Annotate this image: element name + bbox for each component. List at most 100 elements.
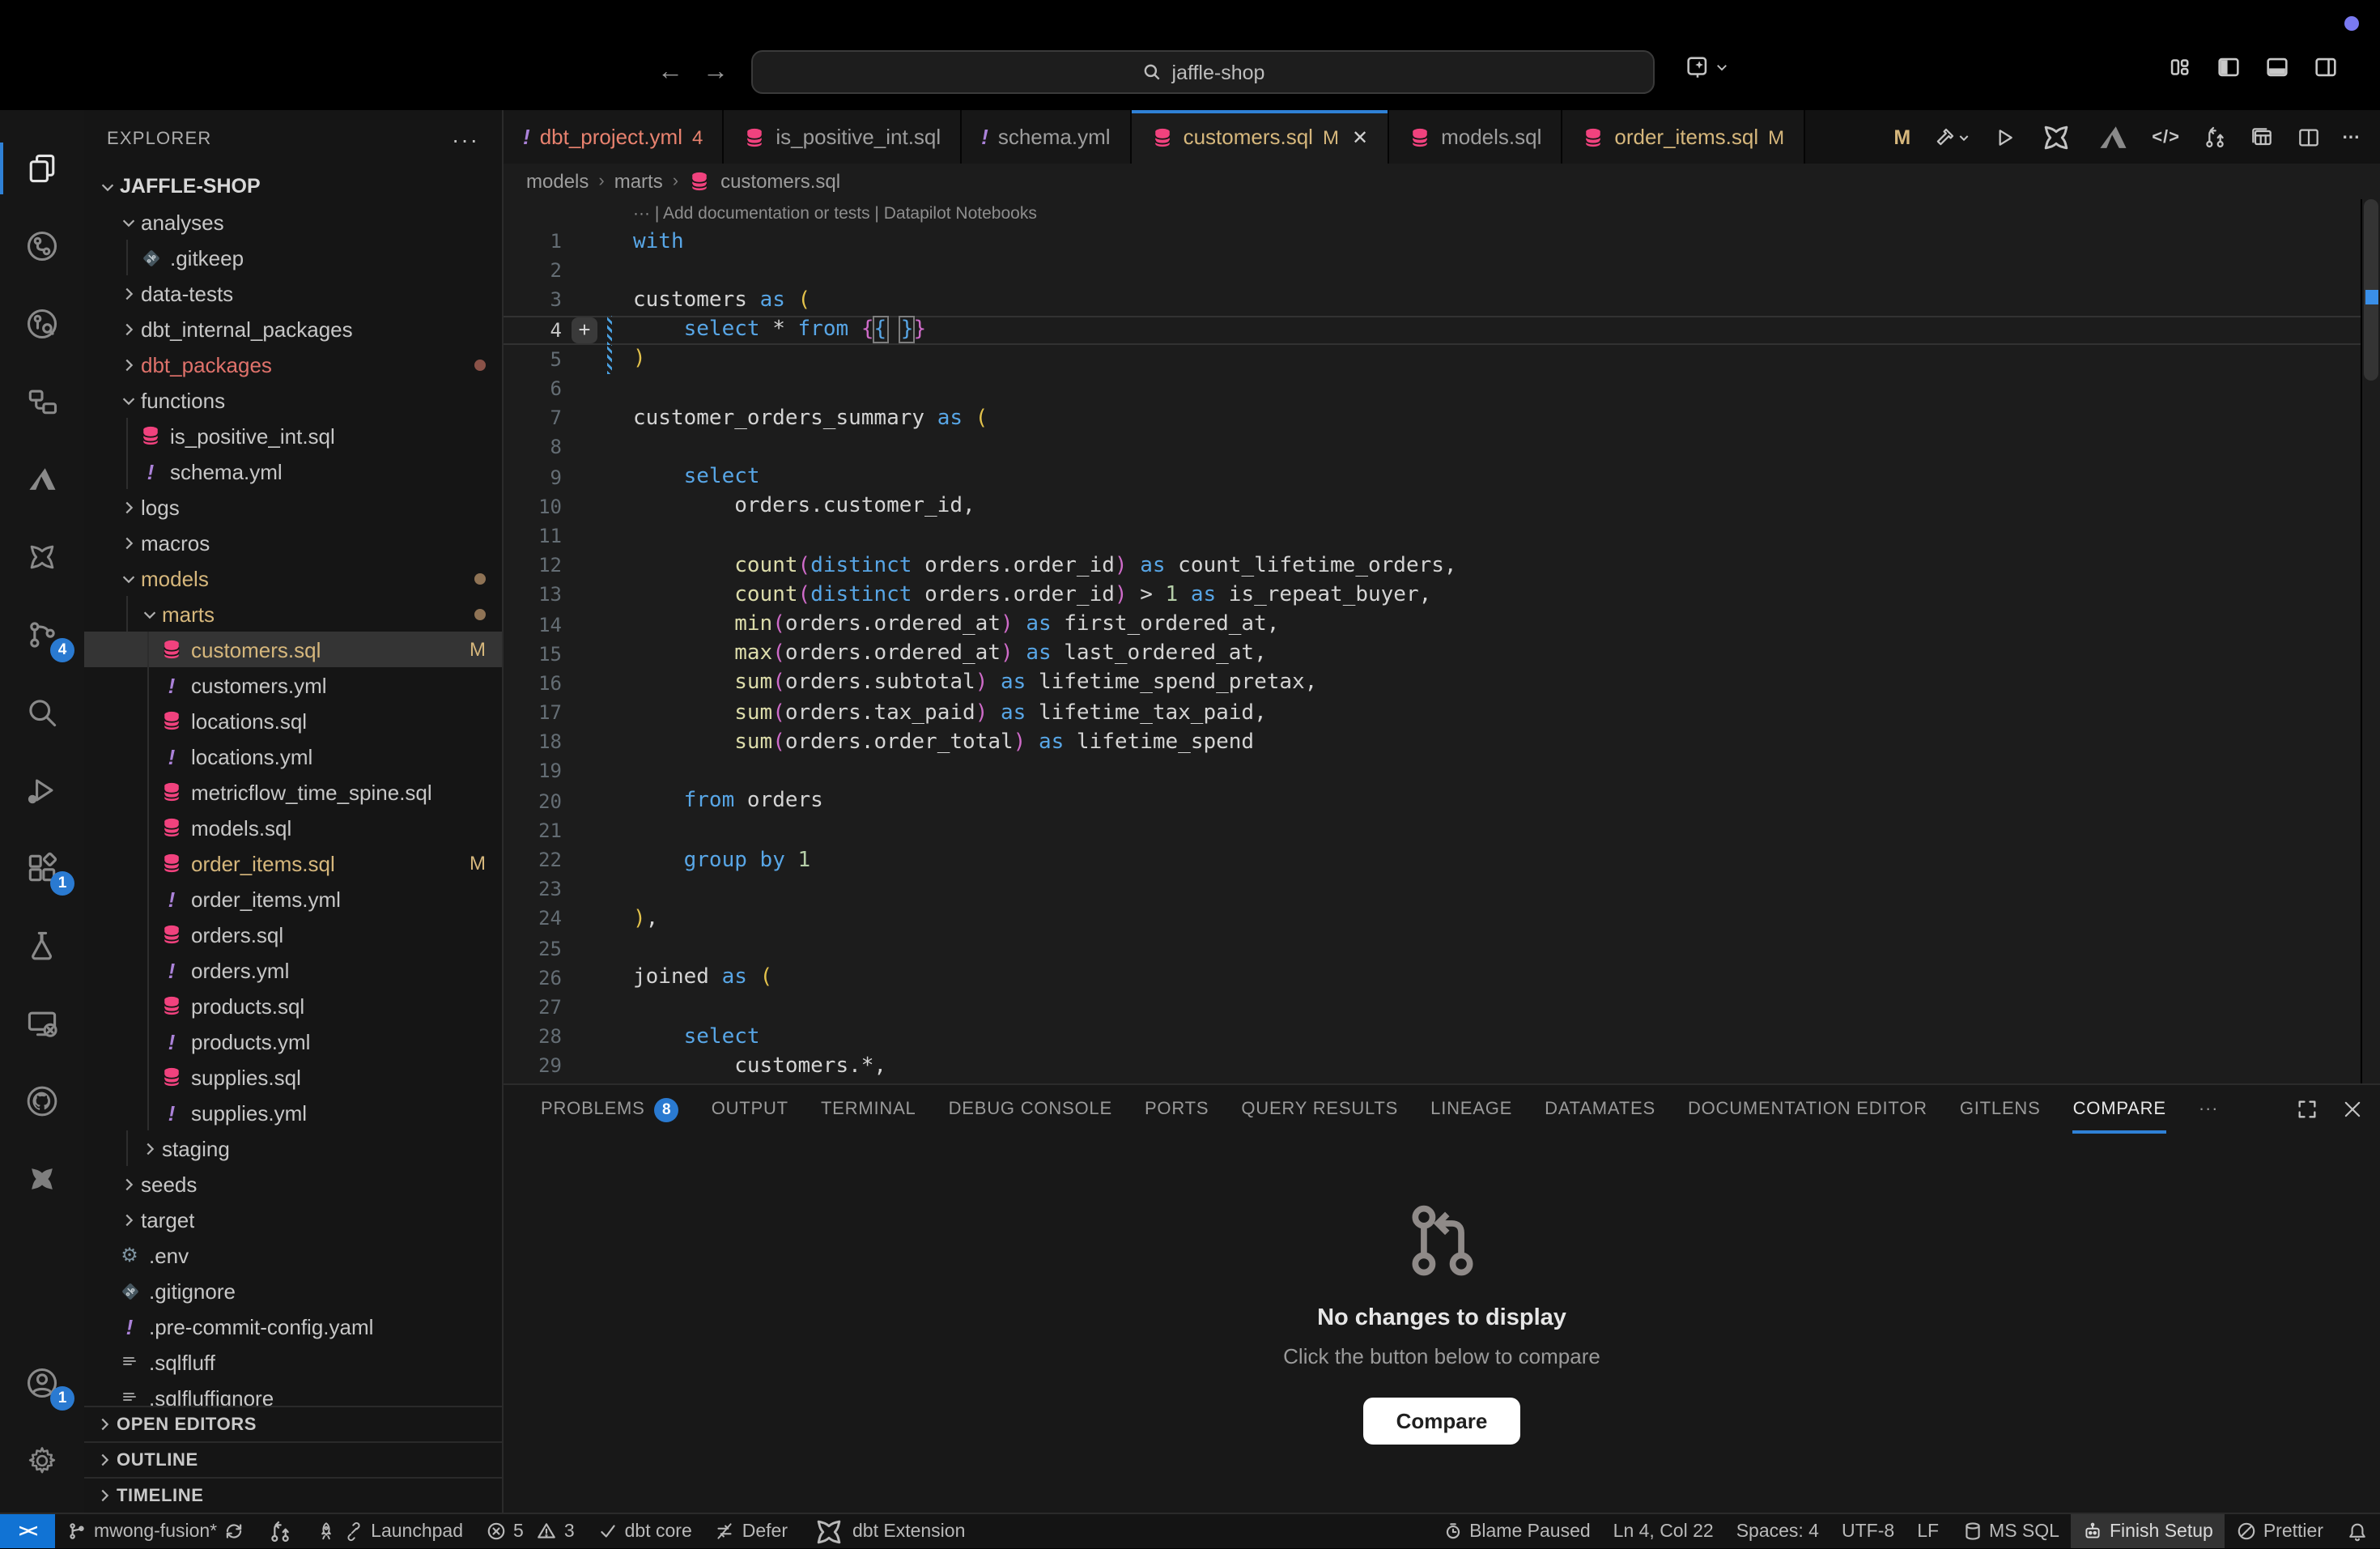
activitybar-settings[interactable] (0, 1422, 84, 1500)
activitybar-dbt-docs[interactable] (0, 285, 84, 363)
tree-file-supplies-sql[interactable]: supplies.sql (84, 1059, 502, 1095)
tree-file--pre-commit-config-yaml[interactable]: !.pre-commit-config.yaml (84, 1309, 502, 1344)
tree-folder-target[interactable]: target (84, 1202, 502, 1237)
tree-folder-staging[interactable]: staging (84, 1130, 502, 1166)
status-defer[interactable]: Defer (703, 1514, 799, 1548)
tree-file-customers-sql[interactable]: customers.sqlM (84, 632, 502, 667)
panel-tab-documentation-editor[interactable]: DOCUMENTATION EDITOR (1673, 1085, 1942, 1134)
status-compare-changes[interactable] (256, 1514, 304, 1548)
status-finish-setup[interactable]: Finish Setup (2071, 1514, 2225, 1548)
tab-order-items-sql[interactable]: order_items.sqlM (1562, 110, 1805, 164)
compare-button[interactable]: Compare (1364, 1398, 1520, 1445)
tree-folder-dbt-packages[interactable]: dbt_packages (84, 347, 502, 382)
status-language-mode[interactable]: MS SQL (1950, 1514, 2071, 1548)
codelens[interactable]: ··· | Add documentation or tests | Datap… (633, 199, 2380, 227)
panel-tab-datamates[interactable]: DATAMATES (1530, 1085, 1670, 1134)
tab-dbt-project-yml[interactable]: !dbt_project.yml4 (504, 110, 724, 164)
breadcrumb-item[interactable]: marts (614, 170, 663, 193)
chat-launcher-icon[interactable] (1684, 53, 1729, 81)
section-open-editors[interactable]: OPEN EDITORS (84, 1406, 502, 1441)
tree-file-is-positive-int-sql[interactable]: is_positive_int.sql (84, 418, 502, 453)
status-dbt-extension[interactable]: dbt Extension (799, 1514, 976, 1548)
tree-folder-models[interactable]: models (84, 560, 502, 596)
query-results-icon[interactable] (2248, 124, 2274, 150)
compile-code-icon[interactable]: </> (2152, 127, 2180, 147)
code-editor[interactable]: ··· | Add documentation or tests | Datap… (504, 199, 2380, 1083)
tree-file-orders-yml[interactable]: !orders.yml (84, 952, 502, 988)
status-cursor-position[interactable]: Ln 4, Col 22 (1602, 1514, 1725, 1548)
status-eol[interactable]: LF (1906, 1514, 1950, 1548)
tree-folder-functions[interactable]: functions (84, 382, 502, 418)
panel-tab-lineage[interactable]: LINEAGE (1416, 1085, 1527, 1134)
tree-folder-analyses[interactable]: analyses (84, 204, 502, 240)
tree-file-supplies-yml[interactable]: !supplies.yml (84, 1095, 502, 1130)
toggle-panel-icon[interactable] (2263, 53, 2291, 81)
panel-tab-terminal[interactable]: TERMINAL (806, 1085, 931, 1134)
tree-folder-jaffle-shop[interactable]: JAFFLE-SHOP (84, 168, 502, 204)
activitybar-source-control[interactable]: 4 (0, 596, 84, 674)
panel-tab-output[interactable]: OUTPUT (697, 1085, 803, 1134)
tree-folder-seeds[interactable]: seeds (84, 1166, 502, 1202)
activitybar-github[interactable] (0, 1062, 84, 1140)
activitybar-dbt-lineage[interactable] (0, 207, 84, 285)
panel-tab-problems[interactable]: PROBLEMS8 (526, 1085, 694, 1134)
modified-line-gutter[interactable] (607, 315, 612, 344)
section-outline[interactable]: OUTLINE (84, 1441, 502, 1477)
tab-schema-yml[interactable]: !schema.yml (962, 110, 1131, 164)
close-panel-icon[interactable] (2341, 1098, 2364, 1121)
activitybar-remote-explorer[interactable] (0, 985, 84, 1062)
more-actions-icon[interactable]: ⋯ (2342, 126, 2361, 147)
tab-is-positive-int-sql[interactable]: is_positive_int.sql (724, 110, 962, 164)
modified-line-gutter[interactable] (607, 345, 612, 374)
section-timeline[interactable]: TIMELINE (84, 1477, 502, 1513)
a-logo-icon[interactable] (2095, 119, 2131, 155)
activitybar-run-and-debug[interactable] (0, 751, 84, 829)
tree-file-order-items-yml[interactable]: !order_items.yml (84, 881, 502, 917)
activitybar-accounts[interactable]: 1 (0, 1344, 84, 1422)
tree-file-products-yml[interactable]: !products.yml (84, 1023, 502, 1059)
tree-folder-data-tests[interactable]: data-tests (84, 275, 502, 311)
tree-file-orders-sql[interactable]: orders.sql (84, 917, 502, 952)
breadcrumb[interactable]: models›marts›customers.sql (504, 164, 2380, 199)
tree-file--gitkeep[interactable]: .gitkeep (84, 240, 502, 275)
compare-changes-icon[interactable] (2201, 124, 2227, 150)
breadcrumb-item[interactable]: customers.sql (720, 170, 840, 193)
tab-models-sql[interactable]: models.sql (1389, 110, 1562, 164)
tree-file-customers-yml[interactable]: !customers.yml (84, 667, 502, 703)
activitybar-extensions[interactable]: 1 (0, 829, 84, 907)
build-hammer-icon[interactable] (1932, 124, 1970, 150)
close-tab-icon[interactable]: ✕ (1352, 126, 1368, 148)
status-git-branch[interactable]: mwong-fusion* (55, 1514, 256, 1548)
tree-file--gitignore[interactable]: .gitignore (84, 1273, 502, 1309)
activitybar-search[interactable] (0, 674, 84, 751)
status-prettier[interactable]: Prettier (2225, 1514, 2335, 1548)
nav-back-icon[interactable]: ← (657, 58, 683, 87)
tree-file-order-items-sql[interactable]: order_items.sqlM (84, 845, 502, 881)
remote-indicator[interactable]: >< (0, 1514, 55, 1548)
tree-folder-logs[interactable]: logs (84, 489, 502, 525)
tree-file-locations-sql[interactable]: locations.sql (84, 703, 502, 738)
panel-tab-debug-console[interactable]: DEBUG CONSOLE (934, 1085, 1127, 1134)
split-editor-icon[interactable] (2295, 124, 2321, 150)
panel-tab-gitlens[interactable]: GITLENS (1945, 1085, 2055, 1134)
status-problems-summary[interactable]: 53 (474, 1514, 586, 1548)
tab-customers-sql[interactable]: customers.sqlM✕ (1132, 110, 1390, 164)
status-indentation[interactable]: Spaces: 4 (1725, 1514, 1830, 1548)
activitybar-flow-editor[interactable] (0, 363, 84, 440)
dbt-power-user-icon[interactable] (2038, 119, 2074, 155)
status-dbt-core[interactable]: dbt core (586, 1514, 703, 1548)
panel-tab-compare[interactable]: COMPARE (2059, 1085, 2181, 1134)
toggle-secondary-sidebar-icon[interactable] (2312, 53, 2340, 81)
customize-layout-icon[interactable] (2166, 53, 2194, 81)
toggle-sidebar-icon[interactable] (2215, 53, 2242, 81)
tree-file-products-sql[interactable]: products.sql (84, 988, 502, 1023)
modified-badge[interactable]: M (1893, 126, 1910, 148)
activitybar-explorer[interactable] (0, 130, 84, 207)
tree-folder-marts[interactable]: marts (84, 596, 502, 632)
breadcrumb-item[interactable]: models (526, 170, 589, 193)
maximize-panel-icon[interactable] (2296, 1098, 2318, 1121)
activitybar-x-logo-filled[interactable] (0, 1140, 84, 1218)
tree-file--env[interactable]: ⚙.env (84, 1237, 502, 1273)
editor-scrollbar[interactable] (2361, 199, 2380, 1083)
activitybar-a-logo-extension[interactable] (0, 440, 84, 518)
